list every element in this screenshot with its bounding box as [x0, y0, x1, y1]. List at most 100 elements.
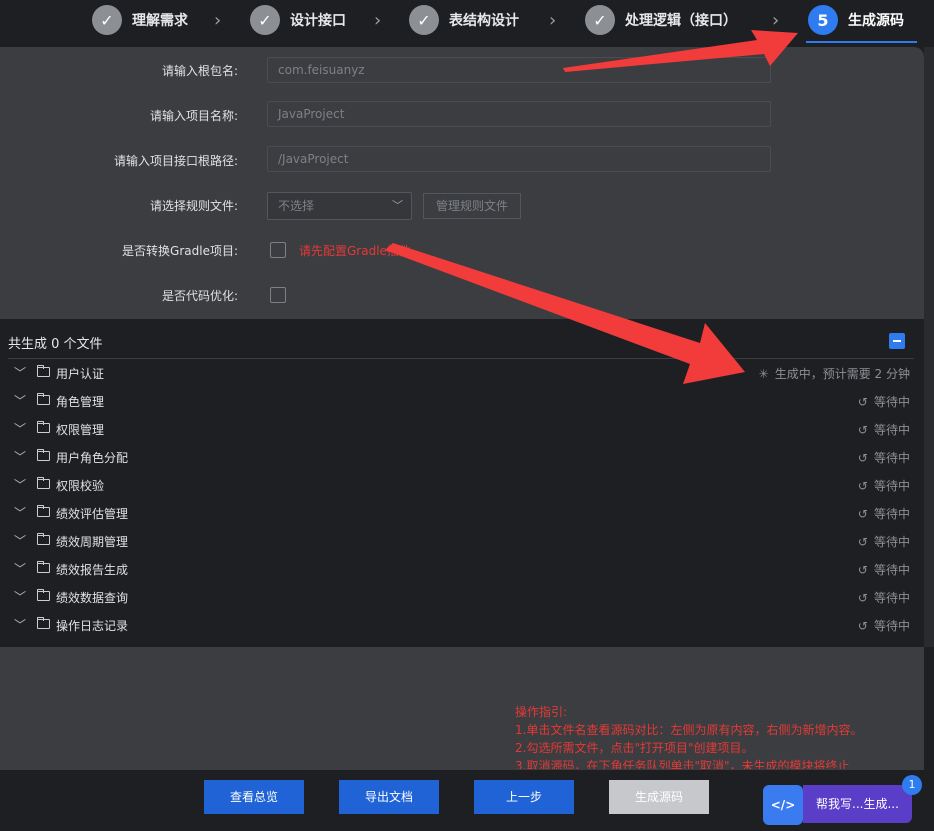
history-icon: ↺ — [857, 394, 868, 409]
chevron-down-icon[interactable]: ﹀ — [14, 364, 26, 381]
history-icon: ↺ — [857, 422, 868, 437]
project-name-input[interactable]: JavaProject — [267, 101, 771, 127]
item-name[interactable]: 权限管理 — [56, 421, 104, 438]
gradle-hint: 请先配置Gradle插件 — [299, 244, 411, 258]
item-status: ↺ 等待中 — [858, 393, 910, 410]
chevron-right-icon: › — [549, 10, 557, 31]
package-input[interactable]: com.feisuanyz — [267, 57, 771, 83]
chevron-right-icon: › — [214, 10, 222, 31]
chevron-down-icon: ﹀ — [392, 199, 403, 212]
step-1[interactable]: ✓ 理解需求 — [92, 4, 188, 36]
api-path-label: 请输入项目接口根路径: — [113, 154, 238, 168]
list-item[interactable]: ﹀ 绩效报告生成 ↺ 等待中 — [0, 555, 924, 583]
chevron-down-icon[interactable]: ﹀ — [14, 392, 26, 409]
item-name[interactable]: 角色管理 — [56, 393, 104, 410]
overview-button[interactable]: 查看总览 — [204, 780, 304, 814]
project-name-label: 请输入项目名称: — [149, 109, 238, 123]
item-status: ↺ 等待中 — [858, 477, 910, 494]
list-item[interactable]: ﹀ 权限管理 ↺ 等待中 — [0, 415, 924, 443]
item-name[interactable]: 用户角色分配 — [56, 449, 128, 466]
status-text: 生成中，预计需要 2 分钟 — [774, 367, 910, 381]
list-item[interactable]: ﹀ 角色管理 ↺ 等待中 — [0, 387, 924, 415]
export-doc-button[interactable]: 导出文档 — [339, 780, 439, 814]
step-4-label: 处理逻辑（接口） — [625, 13, 737, 29]
list-item[interactable]: ﹀ 用户角色分配 ↺ 等待中 — [0, 443, 924, 471]
step-bar: ✓ 理解需求 › ✓ 设计接口 › ✓ 表结构设计 › ✓ 处理逻辑（接口） ›… — [0, 0, 934, 47]
status-text: 等待中 — [873, 563, 910, 577]
manage-rules-button[interactable]: 管理规则文件 — [423, 193, 521, 219]
prev-step-button[interactable]: 上一步 — [474, 780, 574, 814]
chevron-down-icon[interactable]: ﹀ — [14, 448, 26, 465]
api-path-input[interactable]: /JavaProject — [267, 146, 771, 172]
file-count: 共生成 0 个文件 — [8, 337, 103, 352]
chevron-right-icon: › — [374, 10, 382, 31]
gradle-checkbox[interactable] — [270, 242, 286, 258]
step-1-check-icon: ✓ — [92, 5, 122, 35]
folder-icon — [37, 589, 50, 601]
item-name[interactable]: 绩效周期管理 — [56, 533, 128, 550]
list-item[interactable]: ﹀ 操作日志记录 ↺ 等待中 — [0, 611, 924, 639]
optimize-checkbox[interactable] — [270, 287, 286, 303]
guide-line-3: 3.取消源码，在下角任务队列单击"取消"，未生成的模块将终止 — [515, 759, 850, 769]
step-3[interactable]: ✓ 表结构设计 — [409, 4, 519, 36]
config-form: 请输入根包名: com.feisuanyz 请输入项目名称: JavaProje… — [0, 47, 924, 319]
history-icon: ↺ — [857, 618, 868, 633]
folder-icon — [37, 449, 50, 461]
step-3-check-icon: ✓ — [409, 5, 439, 35]
helper-button[interactable]: 帮我写...生成... — [803, 785, 912, 823]
folder-icon — [37, 393, 50, 405]
step-5-label: 生成源码 — [848, 13, 904, 29]
chevron-down-icon[interactable]: ﹀ — [14, 616, 26, 633]
chevron-down-icon[interactable]: ﹀ — [14, 504, 26, 521]
guide-line-1: 1.单击文件名查看源码对比：左侧为原有内容，右侧为新增内容。 — [515, 723, 863, 737]
item-name[interactable]: 绩效数据查询 — [56, 589, 128, 606]
chevron-down-icon[interactable]: ﹀ — [14, 588, 26, 605]
item-name[interactable]: 权限校验 — [56, 477, 104, 494]
status-text: 等待中 — [873, 479, 910, 493]
history-icon: ↺ — [857, 478, 868, 493]
step-4[interactable]: ✓ 处理逻辑（接口） — [585, 4, 737, 36]
rule-file-select-value: 不选择 — [278, 199, 315, 213]
history-icon: ↺ — [857, 534, 868, 549]
chevron-right-icon: › — [772, 10, 780, 31]
item-name[interactable]: 绩效报告生成 — [56, 561, 128, 578]
scrollbar[interactable] — [924, 47, 934, 647]
list-item[interactable]: ﹀ 绩效数据查询 ↺ 等待中 — [0, 583, 924, 611]
status-text: 等待中 — [873, 619, 910, 633]
list-item[interactable]: ﹀ 权限校验 ↺ 等待中 — [0, 471, 924, 499]
item-status: ↺ 等待中 — [858, 589, 910, 606]
list-item[interactable]: ﹀ 绩效周期管理 ↺ 等待中 — [0, 527, 924, 555]
chevron-down-icon[interactable]: ﹀ — [14, 420, 26, 437]
chevron-down-icon[interactable]: ﹀ — [14, 476, 26, 493]
item-name[interactable]: 用户认证 — [56, 365, 104, 382]
rule-file-select[interactable]: 不选择 ﹀ — [267, 192, 412, 220]
step-5-number: 5 — [808, 5, 838, 35]
folder-icon — [37, 617, 50, 629]
folder-icon — [37, 505, 50, 517]
chevron-down-icon[interactable]: ﹀ — [14, 532, 26, 549]
step-2[interactable]: ✓ 设计接口 — [250, 4, 346, 36]
item-name[interactable]: 操作日志记录 — [56, 617, 128, 634]
item-status: ↺ 等待中 — [858, 617, 910, 634]
rule-file-label: 请选择规则文件: — [149, 199, 238, 213]
package-label: 请输入根包名: — [161, 64, 238, 78]
status-text: 等待中 — [873, 451, 910, 465]
step-2-check-icon: ✓ — [250, 5, 280, 35]
list-item[interactable]: ﹀ 绩效评估管理 ↺ 等待中 — [0, 499, 924, 527]
optimize-label: 是否代码优化: — [161, 289, 238, 303]
step-5[interactable]: 5 生成源码 — [808, 4, 904, 36]
collapse-all-button[interactable] — [889, 333, 905, 349]
guide-title: 操作指引: — [515, 705, 568, 719]
chevron-down-icon[interactable]: ﹀ — [14, 560, 26, 577]
history-icon: ↺ — [857, 590, 868, 605]
step-4-check-icon: ✓ — [585, 5, 615, 35]
step-2-label: 设计接口 — [290, 13, 346, 29]
item-name[interactable]: 绩效评估管理 — [56, 505, 128, 522]
list-item[interactable]: ﹀ 用户认证 ✳ 生成中，预计需要 2 分钟 — [0, 359, 924, 387]
loading-icon: ✳ — [758, 366, 769, 381]
item-status: ↺ 等待中 — [858, 449, 910, 466]
history-icon: ↺ — [857, 562, 868, 577]
step-1-label: 理解需求 — [132, 13, 188, 29]
generate-source-button[interactable]: 生成源码 — [609, 780, 709, 814]
code-icon[interactable]: </> — [763, 785, 803, 825]
